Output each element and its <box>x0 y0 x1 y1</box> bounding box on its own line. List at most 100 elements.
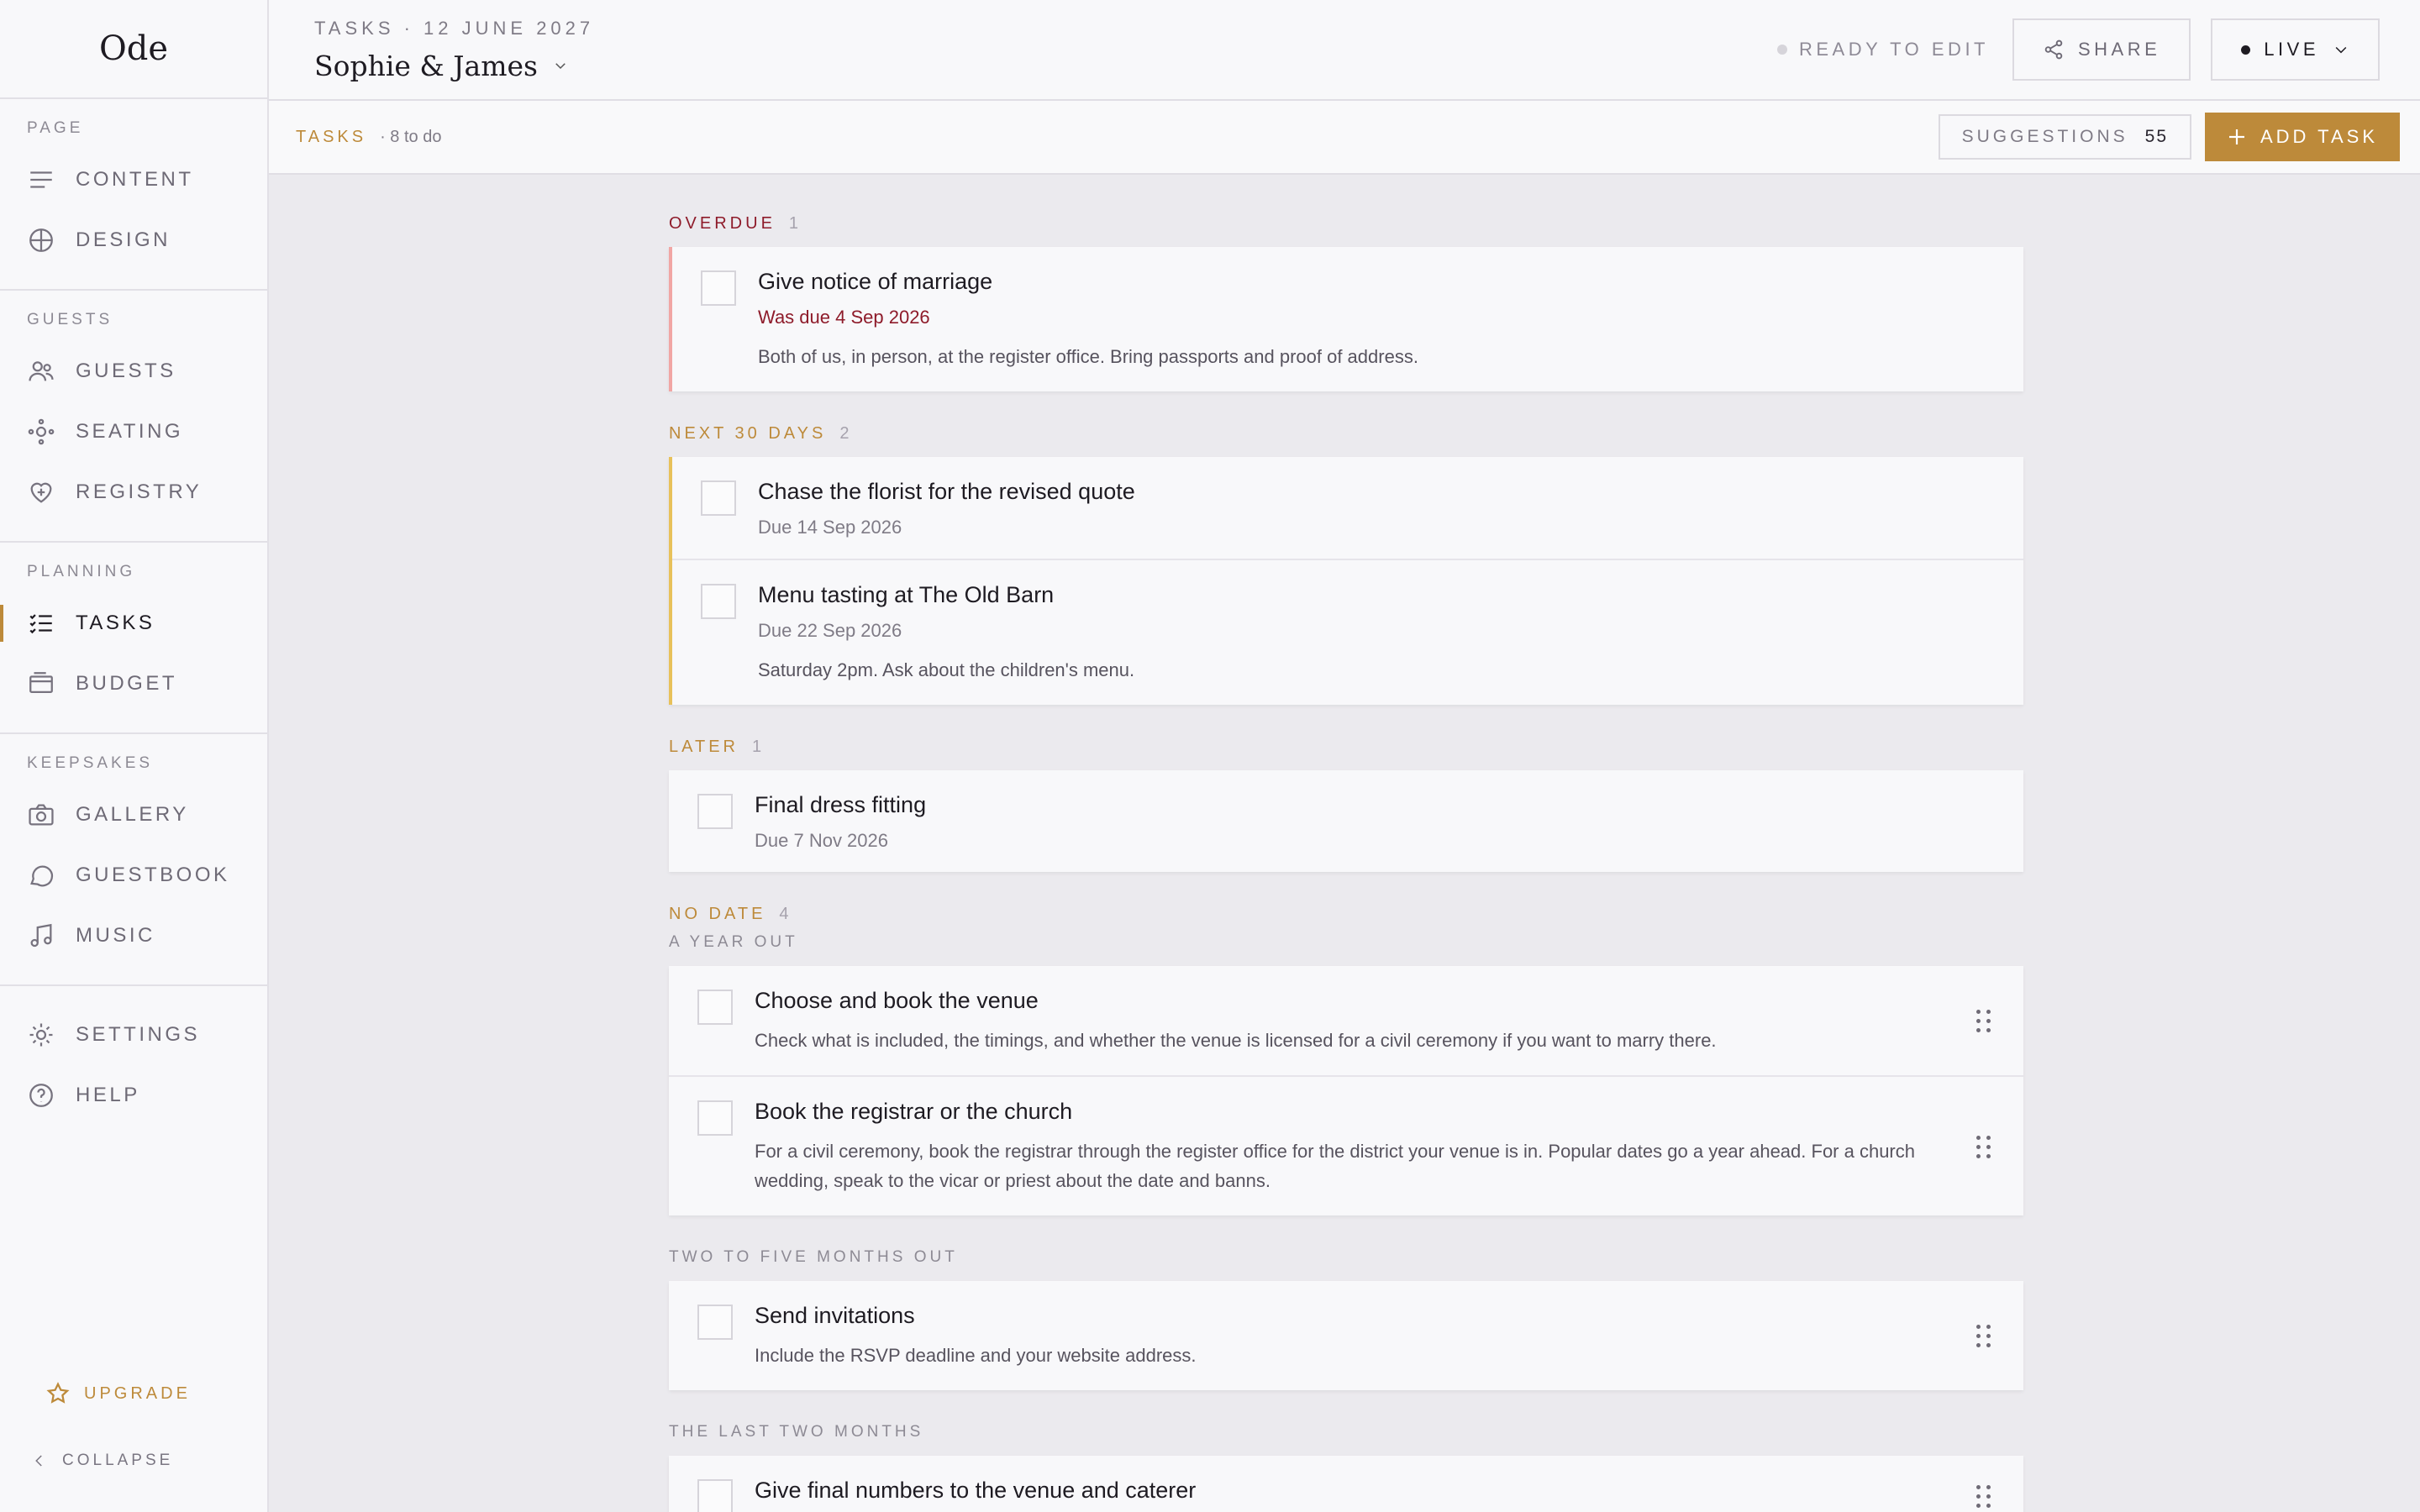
add-task-button[interactable]: Add task <box>2205 113 2400 161</box>
nav-group-keepsakes: Keepsakes Gallery Guestbook Music <box>0 734 267 986</box>
logo[interactable]: Ode <box>0 0 267 99</box>
task-note: Check what is included, the timings, and… <box>755 1030 1717 1051</box>
task-checkbox[interactable] <box>701 480 736 516</box>
sidebar-item-guestbook[interactable]: Guestbook <box>0 845 267 906</box>
nav-group-page: Page Content Design <box>0 99 267 291</box>
task-item[interactable]: Chase the florist for the revised quote … <box>672 457 2023 560</box>
nav-group-guests: Guests Guests Seating Registry <box>0 291 267 543</box>
sidebar-item-label: Guests <box>76 360 176 382</box>
sidebar-item-gallery[interactable]: Gallery <box>0 785 267 845</box>
sidebar-item-budget[interactable]: Budget <box>0 654 267 714</box>
toolbar-actions: Suggestions 55 Add task <box>1938 113 2400 161</box>
globe-icon <box>29 228 53 252</box>
live-dot-icon <box>2241 45 2251 55</box>
drag-handle-icon[interactable] <box>1975 1134 1993 1159</box>
live-label: LIVE <box>2264 39 2319 60</box>
sidebar-item-seating[interactable]: Seating <box>0 402 267 462</box>
drag-handle-icon[interactable] <box>1975 1323 1993 1348</box>
task-title: Send invitations <box>755 1303 915 1328</box>
share-icon <box>2044 39 2063 60</box>
sidebar-item-design[interactable]: Design <box>0 210 267 270</box>
camera-icon <box>29 804 54 826</box>
sidebar-item-label: Budget <box>76 672 178 695</box>
collapse-button[interactable]: Collapse <box>32 1452 173 1470</box>
task-title: Book the registrar or the church <box>755 1099 1073 1124</box>
task-checkbox[interactable] <box>701 584 736 619</box>
task-due: Due 14 Sep 2026 <box>758 517 902 538</box>
task-item[interactable]: Send invitations Include the RSVP deadli… <box>669 1281 2023 1390</box>
task-item[interactable]: Book the registrar or the church For a c… <box>669 1077 2023 1215</box>
status-indicator: READY TO EDIT <box>1777 39 1989 60</box>
sidebar-item-registry[interactable]: Registry <box>0 462 267 522</box>
task-title: Choose and book the venue <box>755 988 1039 1013</box>
section-title: Next 30 days <box>669 423 827 443</box>
task-body: Give final numbers to the venue and cate… <box>755 1478 1993 1512</box>
task-item[interactable]: Give notice of marriage Was due 4 Sep 20… <box>672 247 2023 391</box>
sidebar-item-music[interactable]: Music <box>0 906 267 966</box>
live-dropdown[interactable]: LIVE <box>2211 18 2380 81</box>
sidebar-item-help[interactable]: Help <box>0 1065 267 1126</box>
task-body: Choose and book the venue Check what is … <box>755 988 1993 1055</box>
task-item[interactable]: Choose and book the venue Check what is … <box>669 966 2023 1077</box>
heart-plus-icon <box>30 482 52 503</box>
share-button[interactable]: SHARE <box>2012 18 2191 81</box>
wallet-icon <box>29 672 53 694</box>
task-body: Chase the florist for the revised quote … <box>758 479 1993 538</box>
task-list-scroll[interactable]: Overdue 1 Give notice of marriage Was du… <box>269 175 2420 1512</box>
task-item[interactable]: Final dress fitting Due 7 Nov 2026 <box>669 770 2023 872</box>
task-title: Chase the florist for the revised quote <box>758 479 1135 504</box>
task-group-year-out: Choose and book the venue Check what is … <box>669 966 2023 1215</box>
sidebar-item-settings[interactable]: Settings <box>0 1005 267 1065</box>
tasks-toolbar: Tasks · 8 to do Suggestions 55 Add task <box>269 101 2420 175</box>
seating-icon <box>28 418 55 445</box>
task-checkbox[interactable] <box>697 794 733 829</box>
page-title: Tasks <box>296 127 367 146</box>
chevron-down-icon <box>2335 46 2347 54</box>
upgrade-label: Upgrade <box>84 1383 191 1403</box>
people-icon <box>29 361 54 381</box>
topbar: TASKS · 12 JUNE 2027 Sophie & James READ… <box>269 0 2420 101</box>
drag-handle-icon[interactable] <box>1975 1483 1993 1509</box>
task-group-later: Final dress fitting Due 7 Nov 2026 <box>669 770 2023 872</box>
task-body: Menu tasting at The Old Barn Due 22 Sep … <box>758 582 1993 685</box>
main: TASKS · 12 JUNE 2027 Sophie & James READ… <box>269 0 2420 1512</box>
section-count: 2 <box>839 423 851 443</box>
status-dot-icon <box>1777 45 1787 55</box>
upgrade-button[interactable]: Upgrade <box>45 1381 191 1406</box>
sidebar-item-label: Settings <box>76 1023 201 1046</box>
music-note-icon <box>30 923 52 948</box>
task-title: Final dress fitting <box>755 792 927 817</box>
sidebar-item-tasks[interactable]: Tasks <box>0 593 267 654</box>
sidebar-item-label: Guestbook <box>76 864 230 886</box>
section-later-label: Later 1 <box>669 737 2023 757</box>
suggestions-button[interactable]: Suggestions 55 <box>1938 114 2191 160</box>
section-overdue-label: Overdue 1 <box>669 213 2023 234</box>
section-count: 1 <box>788 213 801 233</box>
task-checkbox[interactable] <box>697 1305 733 1340</box>
sidebar-item-guests[interactable]: Guests <box>0 341 267 402</box>
title-block: TASKS · 12 JUNE 2027 Sophie & James <box>314 18 594 82</box>
sidebar-item-label: Tasks <box>76 612 155 634</box>
speech-bubble-icon <box>30 865 54 887</box>
task-checkbox[interactable] <box>697 1100 733 1136</box>
section-title: Later <box>669 737 739 756</box>
task-group-last-two: Give final numbers to the venue and cate… <box>669 1456 2023 1512</box>
task-title: Give final numbers to the venue and cate… <box>755 1478 1197 1503</box>
task-note: Both of us, in person, at the register o… <box>758 346 1418 367</box>
task-checkbox[interactable] <box>701 270 736 306</box>
sidebar-item-content[interactable]: Content <box>0 150 267 210</box>
task-item[interactable]: Give final numbers to the venue and cate… <box>669 1456 2023 1512</box>
task-checkbox[interactable] <box>697 990 733 1025</box>
task-checkbox[interactable] <box>697 1479 733 1512</box>
task-item[interactable]: Menu tasting at The Old Barn Due 22 Sep … <box>672 560 2023 705</box>
section-count: 1 <box>751 737 764 756</box>
site-switcher[interactable]: Sophie & James <box>314 50 594 82</box>
sidebar-item-label: Gallery <box>76 803 189 826</box>
toolbar-title: Tasks · 8 to do <box>296 128 441 147</box>
task-note: For a civil ceremony, book the registrar… <box>755 1141 1915 1191</box>
share-label: SHARE <box>2078 39 2161 60</box>
task-due: Due 7 Nov 2026 <box>755 830 888 851</box>
top-actions: READY TO EDIT SHARE LIVE <box>1777 18 2380 81</box>
drag-handle-icon[interactable] <box>1975 1008 1993 1033</box>
add-task-label: Add task <box>2260 126 2378 147</box>
